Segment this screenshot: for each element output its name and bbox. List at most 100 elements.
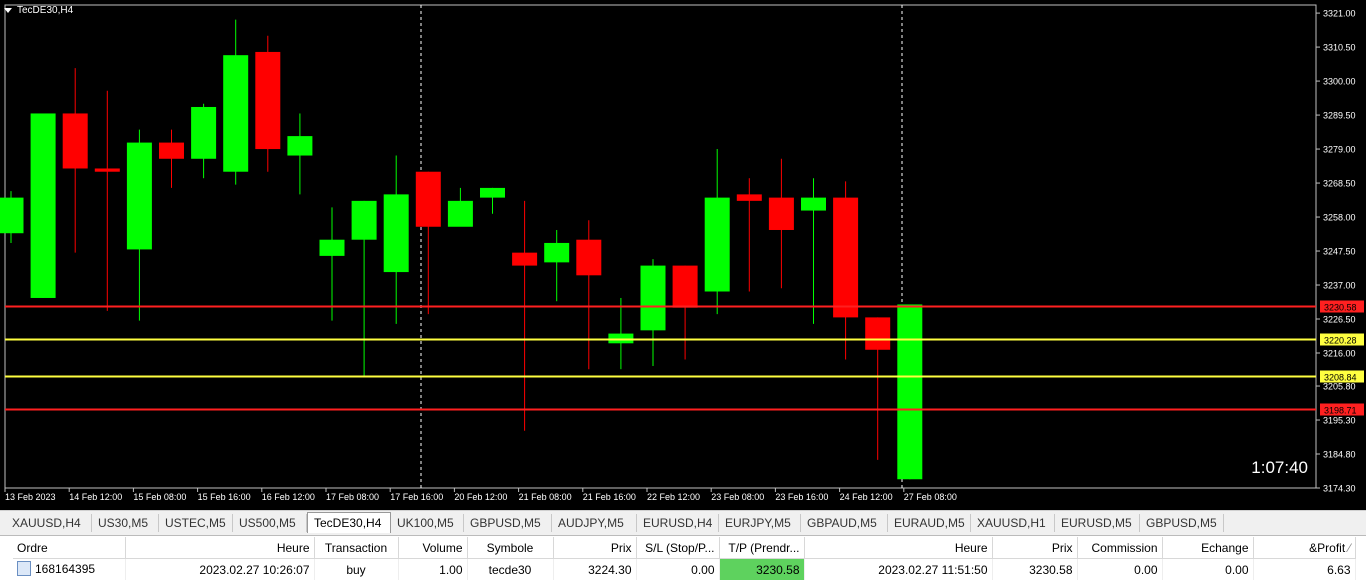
time-axis-label: 21 Feb 16:00 xyxy=(583,492,636,502)
price-axis-label: 3205.80 xyxy=(1323,382,1356,392)
column-header[interactable]: &Profit ⁄ xyxy=(1253,537,1356,559)
chart-tab[interactable]: US500,M5 xyxy=(233,514,307,532)
candle-body xyxy=(319,239,345,256)
table-row[interactable]: 168164395 2023.02.27 10:26:07 buy 1.00 tecde… xyxy=(13,558,1356,580)
price-level-label: 3198.71 xyxy=(1324,406,1357,416)
candle-body xyxy=(865,317,891,350)
column-header[interactable]: Echange xyxy=(1162,537,1254,559)
column-header[interactable]: Commission xyxy=(1077,537,1163,559)
price-axis-label: 3216.00 xyxy=(1323,349,1356,359)
chart-title: TecDE30,H4 xyxy=(4,5,73,16)
table-cell: 0.00 xyxy=(1162,558,1254,580)
price-axis-label: 3226.50 xyxy=(1323,315,1356,325)
chart-tab[interactable]: US30,M5 xyxy=(92,514,159,532)
table-cell: 2023.02.27 11:51:50 xyxy=(804,558,993,580)
candle-body xyxy=(0,197,24,234)
price-axis-label: 3174.30 xyxy=(1323,484,1356,494)
candle-body xyxy=(62,113,88,169)
candle-body xyxy=(640,265,666,331)
time-axis-label: 24 Feb 12:00 xyxy=(840,492,893,502)
price-axis-label: 3279.00 xyxy=(1323,145,1356,155)
price-axis-label: 3289.50 xyxy=(1323,111,1356,121)
price-axis-label: 3268.50 xyxy=(1323,179,1356,189)
orders-table: Ordre Heure Transaction Volume Symbole Prix S/… xyxy=(13,537,1356,580)
chart-symbol-label: TecDE30,H4 xyxy=(17,5,74,16)
table-cell: 3230.58 xyxy=(992,558,1078,580)
price-axis-label: 3237.00 xyxy=(1323,281,1356,291)
candle-body xyxy=(191,106,217,159)
candle-body xyxy=(415,171,441,227)
candle-body xyxy=(383,194,409,273)
candle-body xyxy=(159,142,184,159)
table-cell: 3224.30 xyxy=(553,558,637,580)
candle-body xyxy=(447,200,473,227)
time-axis-label: 15 Feb 16:00 xyxy=(198,492,251,502)
price-axis-label: 3300.00 xyxy=(1323,77,1356,87)
candle-body xyxy=(833,197,859,318)
table-cell: 2023.02.27 10:26:07 xyxy=(125,558,315,580)
price-axis-label: 3258.00 xyxy=(1323,213,1356,223)
price-axis-label: 3195.30 xyxy=(1323,416,1356,426)
chart-tab[interactable]: USTEC,M5 xyxy=(159,514,233,532)
candle-body xyxy=(351,200,377,240)
time-axis-label: 17 Feb 08:00 xyxy=(326,492,379,502)
column-header[interactable]: Transaction xyxy=(314,537,399,559)
candle-body xyxy=(897,304,923,480)
candle-body xyxy=(30,113,56,298)
order-icon xyxy=(17,561,31,577)
time-axis-label: 20 Feb 12:00 xyxy=(454,492,507,502)
candle-body xyxy=(736,194,762,201)
candle-body xyxy=(223,55,249,172)
time-axis-label: 23 Feb 08:00 xyxy=(711,492,764,502)
chart-tab[interactable]: TecDE30,H4 xyxy=(307,512,391,533)
table-cell: 3230.58 xyxy=(719,558,805,580)
candle-body xyxy=(672,265,698,308)
table-cell: 6.63 xyxy=(1253,558,1356,580)
table-cell: 1.00 xyxy=(398,558,468,580)
candle-body xyxy=(480,187,505,198)
chart-menu-triangle-icon[interactable] xyxy=(4,8,12,13)
chart-tab[interactable]: EURJPY,M5 xyxy=(719,514,801,532)
price-chart[interactable]: 3230.58 3220.28 3208.84 3198.71 3321.00 3310.… xyxy=(0,0,1366,510)
chart-tab[interactable]: GBPAUD,M5 xyxy=(801,514,888,532)
time-axis-label: 14 Feb 12:00 xyxy=(69,492,122,502)
column-header[interactable]: Prix xyxy=(992,537,1078,559)
price-level-label: 3220.28 xyxy=(1324,336,1357,346)
candle-body xyxy=(576,239,602,276)
column-header[interactable]: Heure xyxy=(804,537,993,559)
chart-tab[interactable]: UK100,M5 xyxy=(391,514,464,532)
bar-countdown-timer: 1:07:40 xyxy=(1251,458,1308,477)
table-cell: tecde30 xyxy=(467,558,554,580)
price-axis-label: 3321.00 xyxy=(1323,9,1356,19)
candle-body xyxy=(768,197,794,230)
chart-tab[interactable]: EURUSD,M5 xyxy=(1055,514,1140,532)
candle-body xyxy=(544,242,570,263)
column-header[interactable]: Symbole xyxy=(467,537,554,559)
candle-body xyxy=(255,51,281,150)
chart-tab[interactable]: AUDJPY,M5 xyxy=(552,514,637,532)
chart-tab[interactable]: EURUSD,H4 xyxy=(637,514,719,532)
column-header[interactable]: Volume xyxy=(398,537,468,559)
column-header[interactable]: T/P (Prendr... xyxy=(719,537,805,559)
chart-tab[interactable]: EURAUD,M5 xyxy=(888,514,971,532)
chart-tab[interactable]: GBPUSD,M5 xyxy=(464,514,552,532)
candle-body xyxy=(512,252,538,266)
time-axis-label: 22 Feb 12:00 xyxy=(647,492,700,502)
time-axis-label: 21 Feb 08:00 xyxy=(519,492,572,502)
chart-tab[interactable]: XAUUSD,H4 xyxy=(6,514,92,532)
price-axis-label: 3184.80 xyxy=(1323,450,1356,460)
price-level-label: 3230.58 xyxy=(1324,303,1357,313)
column-header[interactable]: Heure xyxy=(125,537,315,559)
chart-canvas[interactable]: 3230.583220.283208.843198.713321.003310.… xyxy=(0,0,1366,510)
column-header[interactable]: Prix xyxy=(553,537,637,559)
table-cell: buy xyxy=(314,558,399,580)
column-header[interactable]: S/L (Stop/P... xyxy=(636,537,720,559)
column-header[interactable]: Ordre xyxy=(13,537,126,559)
price-axis-label: 3310.50 xyxy=(1323,43,1356,53)
plot-frame xyxy=(4,4,1317,489)
chart-tab[interactable]: XAUUSD,H1 xyxy=(971,514,1055,532)
candle-body xyxy=(704,197,730,292)
table-cell: 168164395 xyxy=(13,558,126,580)
chart-tab[interactable]: GBPUSD,M5 xyxy=(1140,514,1224,532)
time-axis-label: 17 Feb 16:00 xyxy=(390,492,443,502)
